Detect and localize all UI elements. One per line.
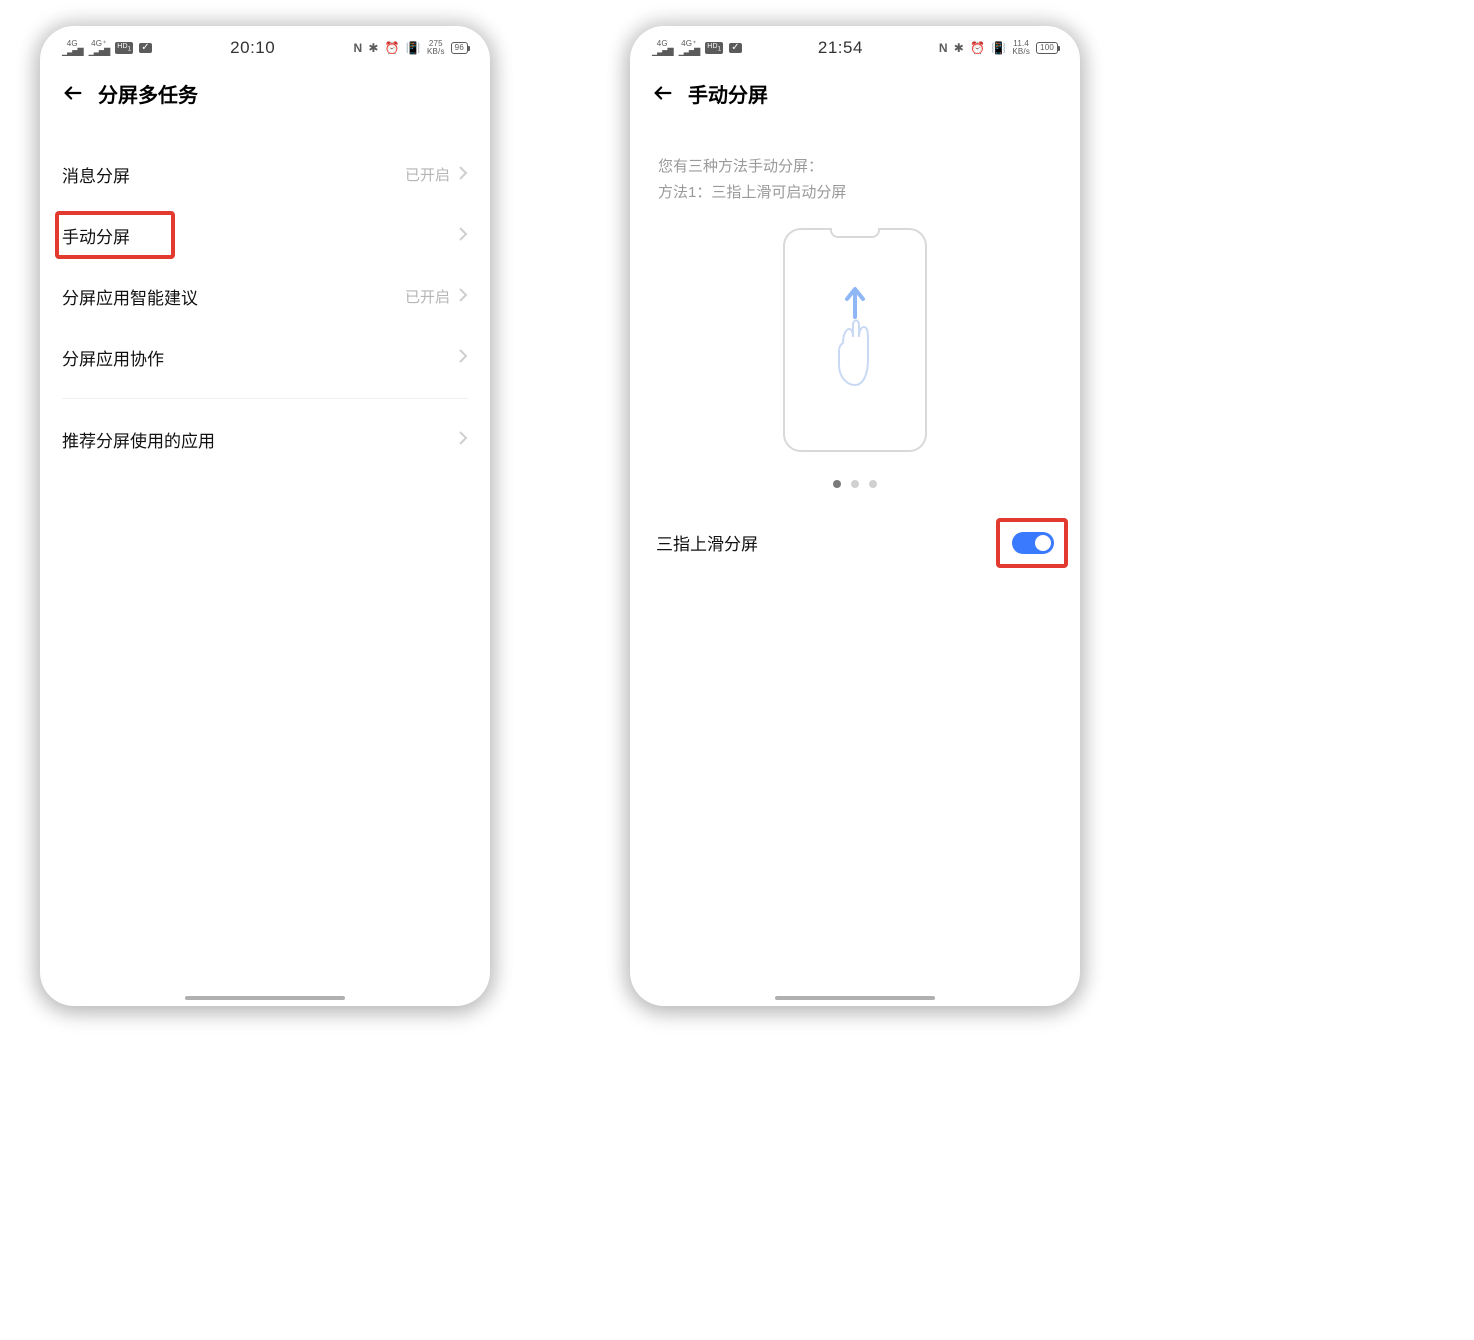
settings-list: 消息分屏 已开启 手动分屏 分屏应用智能建议 已开启 [40,144,490,470]
signal-2-bars-icon: ▁▃▅▇ [89,48,110,56]
row-app-collab[interactable]: 分屏应用协作 [40,327,490,388]
status-clock: 20:10 [230,38,275,58]
mini-phone-notch-icon [830,228,880,238]
row-label: 推荐分屏使用的应用 [62,427,215,452]
row-three-finger-swipe-up[interactable]: 三指上滑分屏 [630,506,1080,579]
net-speed-unit: KB/s [427,48,445,56]
battery-level: 100 [1040,44,1054,52]
carousel-dot-1[interactable] [833,480,841,488]
page-title: 分屏多任务 [98,79,198,108]
home-indicator[interactable] [775,996,935,1000]
hd-badge-icon: HD1 [115,42,133,53]
toggle-knob-icon [1035,535,1051,551]
signal-1: 4G ▁▃▅▇ [652,40,673,56]
signal-2: 4G⁺ ▁▃▅▇ [679,40,700,56]
row-status: 已开启 [405,286,450,307]
check-icon: ✓ [139,43,152,53]
row-label: 消息分屏 [62,162,130,187]
status-bar: 4G ▁▃▅▇ 4G⁺ ▁▃▅▇ HD1 ✓ 21:54 N ✱ ⏰ 📳 11.… [630,26,1080,70]
row-message-split[interactable]: 消息分屏 已开启 [40,144,490,205]
status-clock: 21:54 [818,38,863,58]
status-right: N ✱ ⏰ 📳 11.4 KB/s 100 [939,40,1058,56]
check-icon: ✓ [729,43,742,53]
section-divider [62,398,468,399]
nfc-icon: N [939,42,948,54]
status-right: N ✱ ⏰ 📳 275 KB/s 96 [354,40,468,56]
arrow-left-icon [652,82,674,104]
nfc-icon: N [354,42,363,54]
battery-level: 96 [455,44,464,52]
row-label: 分屏应用智能建议 [62,284,198,309]
three-finger-swipe-up-icon [825,285,885,395]
row-smart-suggestion[interactable]: 分屏应用智能建议 已开启 [40,266,490,327]
home-indicator[interactable] [185,996,345,1000]
row-status: 已开启 [405,164,450,185]
status-bar: 4G ▁▃▅▇ 4G⁺ ▁▃▅▇ HD1 ✓ 20:10 N ✱ ⏰ 📳 275… [40,26,490,70]
row-manual-split[interactable]: 手动分屏 [40,205,490,266]
back-button[interactable] [648,78,678,108]
signal-1-bars-icon: ▁▃▅▇ [62,48,83,56]
gesture-illustration[interactable] [630,206,1080,506]
vibrate-icon: 📳 [991,42,1006,54]
alarm-icon: ⏰ [385,42,400,54]
page-title: 手动分屏 [688,79,768,108]
vibrate-icon: 📳 [406,42,421,54]
row-label: 手动分屏 [62,223,130,248]
battery-icon: 96 [451,42,468,54]
bluetooth-icon: ✱ [368,42,378,54]
chevron-right-icon [458,431,468,449]
back-button[interactable] [58,78,88,108]
status-left: 4G ▁▃▅▇ 4G⁺ ▁▃▅▇ HD1 ✓ [652,40,742,56]
bluetooth-icon: ✱ [954,42,964,54]
signal-2: 4G⁺ ▁▃▅▇ [89,40,110,56]
battery-icon: 100 [1036,42,1058,54]
hint-line-2: 方法1：三指上滑可启动分屏 [658,180,1052,206]
carousel-dot-3[interactable] [869,480,877,488]
chevron-right-icon [458,288,468,306]
row-label: 分屏应用协作 [62,345,164,370]
alarm-icon: ⏰ [970,42,985,54]
phone-right: 4G ▁▃▅▇ 4G⁺ ▁▃▅▇ HD1 ✓ 21:54 N ✱ ⏰ 📳 11.… [630,26,1080,1006]
chevron-right-icon [458,227,468,245]
hint-text: 您有三种方法手动分屏： 方法1：三指上滑可启动分屏 [630,126,1080,206]
header: 手动分屏 [630,70,1080,126]
status-left: 4G ▁▃▅▇ 4G⁺ ▁▃▅▇ HD1 ✓ [62,40,152,56]
chevron-right-icon [458,166,468,184]
row-label: 三指上滑分屏 [656,530,758,555]
signal-1-bars-icon: ▁▃▅▇ [652,48,673,56]
toggle-switch[interactable] [1012,532,1054,554]
net-speed-unit: KB/s [1012,48,1030,56]
phone-left: 4G ▁▃▅▇ 4G⁺ ▁▃▅▇ HD1 ✓ 20:10 N ✱ ⏰ 📳 275… [40,26,490,1006]
arrow-left-icon [62,82,84,104]
hint-line-1: 您有三种方法手动分屏： [658,154,1052,180]
row-recommended-apps[interactable]: 推荐分屏使用的应用 [40,409,490,470]
carousel-dot-2[interactable] [851,480,859,488]
net-speed: 11.4 KB/s [1012,40,1030,56]
signal-2-bars-icon: ▁▃▅▇ [679,48,700,56]
header: 分屏多任务 [40,70,490,126]
chevron-right-icon [458,349,468,367]
hd-badge-icon: HD1 [705,42,723,53]
net-speed: 275 KB/s [427,40,445,56]
mini-phone-outline-icon [783,228,927,452]
signal-1: 4G ▁▃▅▇ [62,40,83,56]
carousel-dots[interactable] [833,480,877,488]
